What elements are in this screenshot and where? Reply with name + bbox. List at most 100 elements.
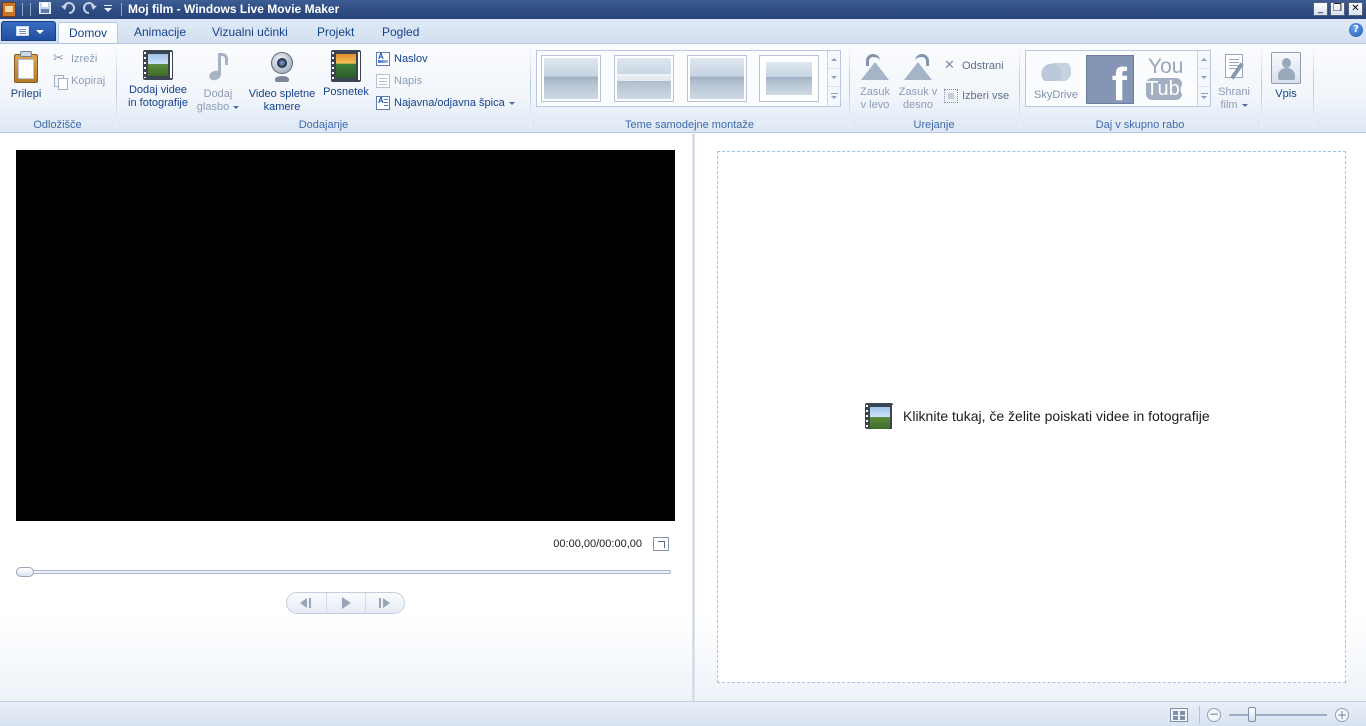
sign-in-button[interactable]: Vpis [1268,52,1304,101]
seek-thumb[interactable] [16,567,34,577]
webcam-label-line1: Video spletne [248,88,316,100]
theme-item[interactable] [759,55,819,102]
tab-animacije[interactable]: Animacije [124,22,196,43]
zoom-slider-thumb[interactable] [1248,707,1256,722]
snapshot-button[interactable]: Posnetek [320,50,372,99]
tab-projekt[interactable]: Projekt [307,22,364,43]
rotate-left-button[interactable]: Zasuk v levo [854,52,896,112]
remove-label: Odstrani [962,60,1004,72]
playback-controls [286,592,405,614]
group-signin: Vpis [1262,44,1312,133]
credits-icon [376,96,390,110]
sign-in-label: Vpis [1275,88,1297,100]
themes-gallery [536,50,841,107]
copy-button[interactable]: Kopiraj [53,72,105,90]
scissors-icon [53,50,67,66]
previous-frame-icon[interactable] [287,593,326,613]
user-icon [1271,52,1301,84]
themes-scrollbar[interactable] [827,51,840,106]
remove-button[interactable]: Odstrani [944,57,1004,75]
group-label-add: Dodajanje [298,119,349,131]
group-label-themes: Teme samodejne montaže [624,119,754,131]
add-videos-photos-button[interactable]: Dodaj videe in fotografije [121,50,195,110]
add-music-button[interactable]: Dodaj glasbo [193,50,243,114]
tab-vizualni-ucinki[interactable]: Vizualni učinki [202,22,298,43]
fullscreen-icon[interactable] [653,537,669,551]
share-scrollbar[interactable] [1197,51,1210,106]
cut-button[interactable]: Izreži [53,50,97,68]
share-gallery: SkyDrive f You Tube [1025,50,1211,107]
application-menu-button[interactable] [1,21,56,41]
rotate-right-button[interactable]: Zasuk v desno [896,52,940,112]
ribbon-tab-strip: Domov Animacije Vizualni učinki Projekt … [0,19,1366,43]
caption-button[interactable]: Napis [376,72,422,90]
add-media-hint-text: Kliknite tukaj, če želite poiskati videe… [903,408,1210,424]
add-music-label-line1: Dodaj [203,88,233,100]
add-media-hint[interactable]: Kliknite tukaj, če želite poiskati videe… [865,403,1210,431]
add-music-label-line2: glasbo [196,101,230,113]
scroll-up-icon[interactable] [1198,51,1210,69]
group-editing: Zasuk v levo Zasuk v desno Odstrani Izbe… [850,44,1018,133]
add-video-icon [143,50,173,80]
scroll-up-icon[interactable] [828,51,840,69]
save-icon[interactable] [38,2,52,17]
seek-bar[interactable] [16,570,671,574]
zoom-out-icon[interactable]: − [1207,708,1221,722]
document-icon [16,26,29,36]
paste-button[interactable]: Prilepi [6,50,46,101]
tab-pogled[interactable]: Pogled [372,22,429,43]
scroll-down-icon[interactable] [828,69,840,87]
group-clipboard: Prilepi Izreži Kopiraj Odložišče [0,44,115,133]
credits-label: Najavna/odjavna špica [394,97,505,109]
add-videos-label-line2: in fotografije [128,97,188,109]
rotate-left-label-line1: Zasuk [860,86,890,98]
title-bar: Moj film - Windows Live Movie Maker _ ❐ … [0,0,1366,19]
gallery-expand-icon[interactable] [1198,87,1210,105]
chevron-down-icon [233,105,240,109]
restore-button[interactable]: ❐ [1330,2,1345,16]
thumbnail-size-icon[interactable] [1170,708,1188,722]
theme-item[interactable] [614,55,674,102]
zoom-in-icon[interactable]: + [1335,708,1349,722]
qat-separator [30,3,31,16]
zoom-slider-track[interactable] [1229,714,1327,716]
timecode: 00:00,00/00:00,00 [553,538,642,550]
rotate-right-icon [901,52,935,82]
group-label-editing: Urejanje [913,119,955,131]
close-button[interactable]: ✕ [1348,2,1363,16]
pane-splitter[interactable] [692,134,695,701]
save-movie-button[interactable]: Shrani film [1214,52,1254,112]
ribbon: Prilepi Izreži Kopiraj Odložišče Dodaj v… [0,43,1366,133]
customize-qat-icon[interactable] [102,2,114,17]
theme-item[interactable] [541,55,601,102]
next-frame-icon[interactable] [365,593,404,613]
redo-icon[interactable] [82,2,98,17]
undo-icon[interactable] [60,2,76,17]
credits-button[interactable]: Najavna/odjavna špica [376,94,515,112]
tab-domov[interactable]: Domov [58,22,119,43]
minimize-button[interactable]: _ [1313,2,1328,16]
group-label-share: Daj v skupno rabo [1095,119,1185,131]
webcam-video-button[interactable]: Video spletne kamere [244,50,320,114]
gallery-expand-icon[interactable] [828,87,840,105]
rotate-left-label-line2: v levo [860,99,890,111]
webcam-icon [267,50,297,84]
close-icon [944,57,958,73]
theme-item[interactable] [687,55,747,102]
select-all-button[interactable]: Izberi vse [944,87,1009,105]
qat-separator [121,3,122,16]
video-preview[interactable] [16,150,675,521]
help-icon[interactable]: ? [1349,23,1363,37]
add-video-icon [865,403,893,431]
play-icon[interactable] [326,593,365,613]
youtube-button[interactable]: You Tube [1138,55,1192,104]
cut-label: Izreži [71,53,98,65]
skydrive-button[interactable]: SkyDrive [1029,55,1083,104]
title-icon [376,52,390,66]
save-movie-label-line2: film [1220,99,1238,111]
app-icon[interactable] [2,2,16,17]
title-button[interactable]: Naslov [376,50,428,68]
facebook-button[interactable]: f [1086,55,1134,107]
storyboard-pane[interactable]: Kliknite tukaj, če želite poiskati videe… [717,151,1346,683]
scroll-down-icon[interactable] [1198,69,1210,87]
